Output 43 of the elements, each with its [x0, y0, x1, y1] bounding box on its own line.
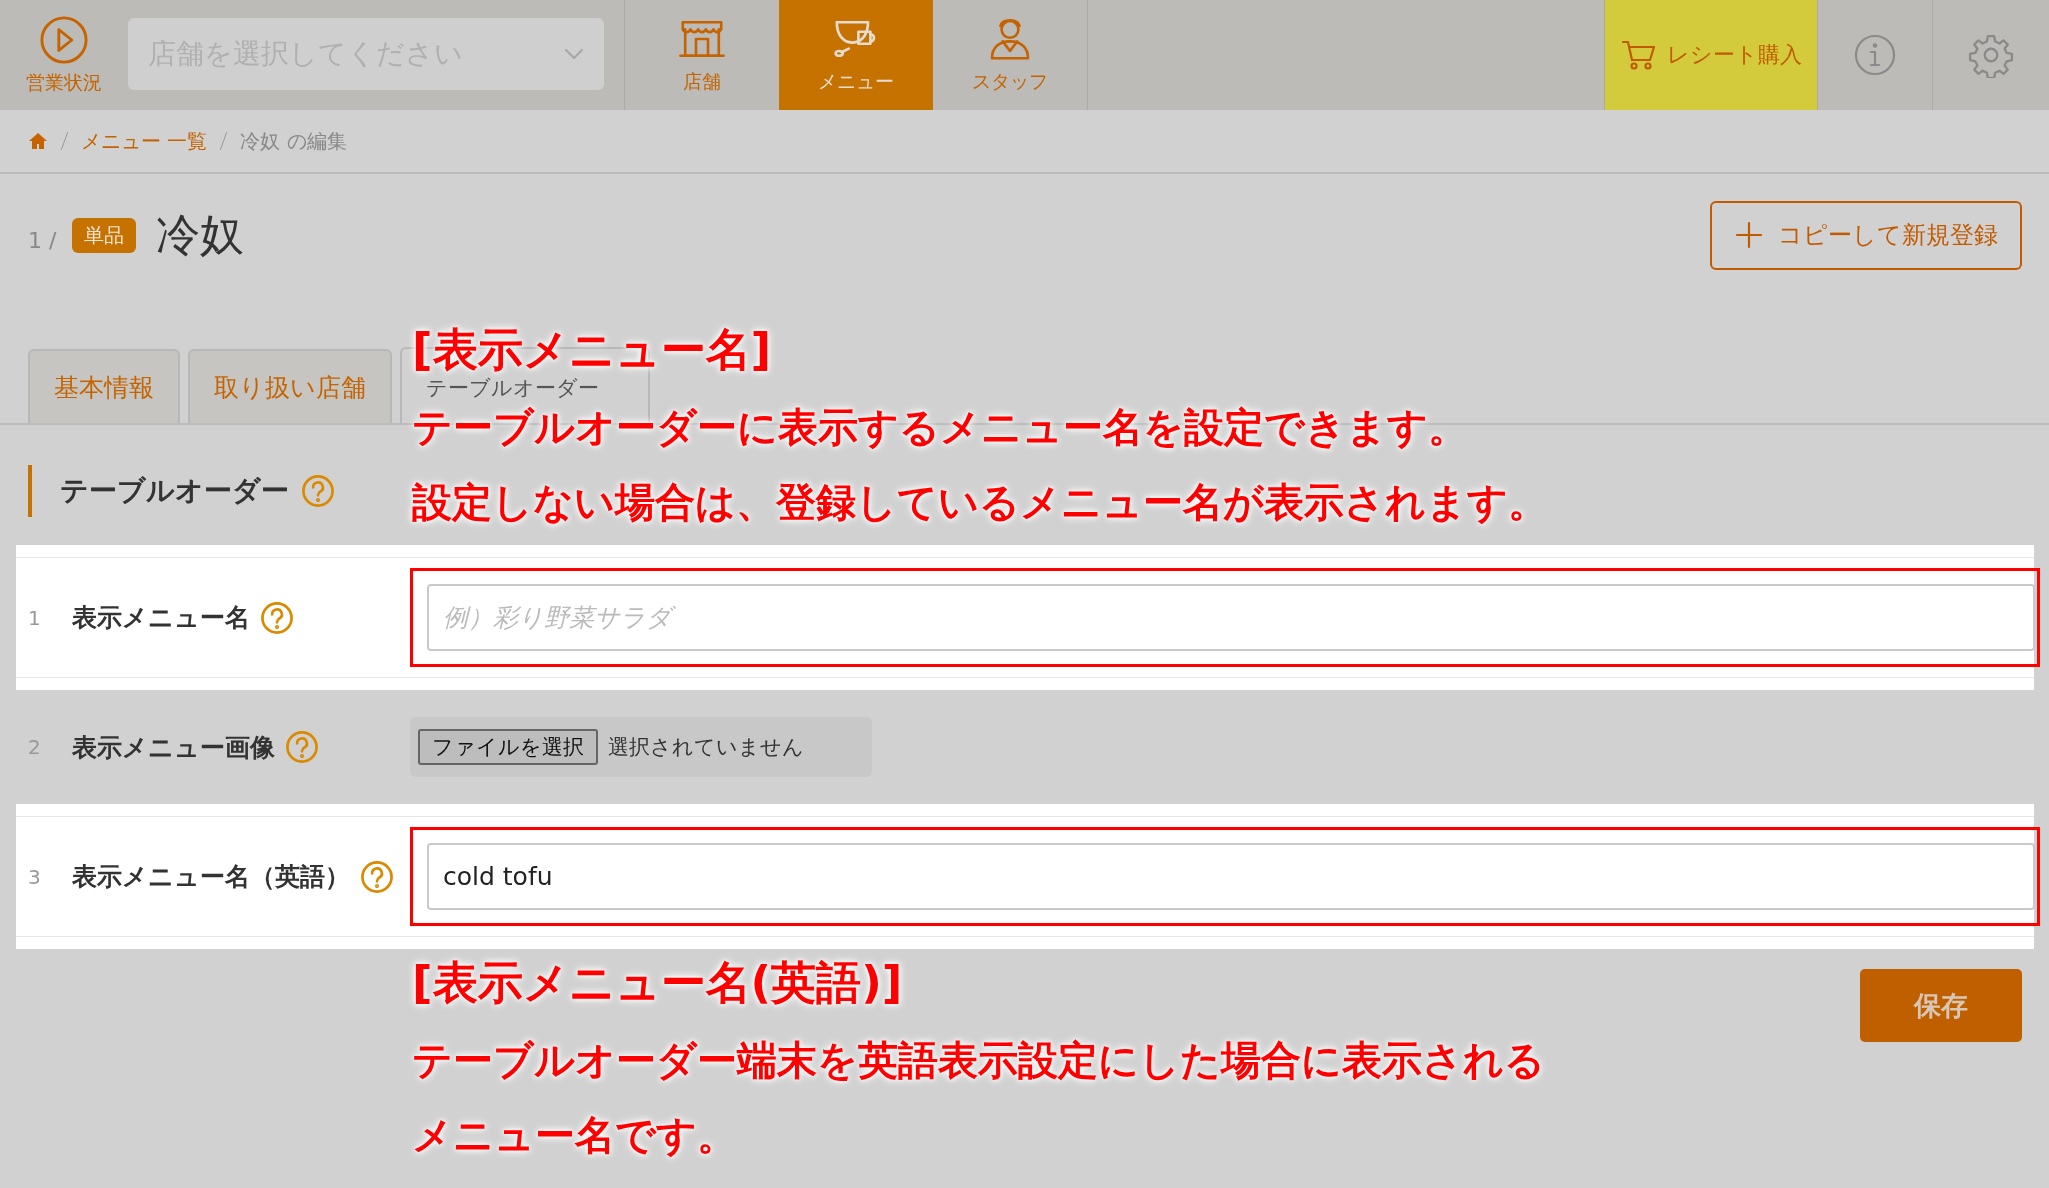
- annotation-title: [表示メニュー名]: [412, 324, 772, 376]
- annotation-title: [表示メニュー名(英語)]: [412, 957, 903, 1009]
- tab[interactable]: 取り扱い店舗: [188, 349, 392, 423]
- info-icon: [1853, 33, 1897, 77]
- nav-tab[interactable]: スタッフ: [933, 0, 1087, 110]
- annotation-text: テーブルオーダー端末を英語表示設定にした場合に表示される: [412, 1036, 1545, 1084]
- field-label: 表示メニュー画像: [72, 731, 275, 764]
- cart-icon: [1620, 39, 1657, 71]
- file-chooser[interactable]: ファイルを選択 選択されていません: [410, 717, 872, 777]
- copy-button[interactable]: コピーして新規登録: [1710, 200, 2022, 270]
- status-button[interactable]: 営業状況: [0, 0, 128, 110]
- play-icon: [38, 14, 90, 66]
- receipt-button[interactable]: レシート購入: [1604, 0, 1817, 110]
- nav-tab[interactable]: 店舗: [625, 0, 779, 110]
- annotation-text: テーブルオーダーに表示するメニュー名を設定できます。: [412, 403, 1468, 451]
- help-icon: [285, 730, 319, 764]
- row-number: 3: [28, 864, 42, 889]
- item-title: 冷奴: [156, 207, 245, 262]
- text-field[interactable]: cold tofu: [427, 843, 2035, 910]
- text-field[interactable]: 例）彩り野菜サラダ: [427, 584, 2035, 651]
- row-number: 1: [28, 605, 42, 630]
- field-label: 表示メニュー名（英語）: [72, 861, 350, 893]
- breadcrumb-link[interactable]: メニュー 一覧: [81, 127, 208, 155]
- section-heading: テーブルオーダー: [60, 473, 289, 509]
- type-badge: 単品: [72, 217, 137, 253]
- file-status: 選択されていません: [608, 734, 804, 761]
- chevron-down-icon: [564, 48, 584, 60]
- help-icon: [360, 859, 394, 894]
- save-button[interactable]: 保存: [1860, 969, 2022, 1042]
- annotation-text: 設定しない場合は、登録しているメニュー名が表示されます。: [412, 478, 1548, 526]
- settings-icon: [1968, 32, 2014, 78]
- nav-tab[interactable]: メニュー: [779, 0, 933, 110]
- row-number: 2: [28, 735, 42, 759]
- help-icon: [301, 474, 335, 508]
- field-label: 表示メニュー名: [72, 602, 250, 634]
- choose-file-button[interactable]: ファイルを選択: [418, 729, 598, 765]
- item-index: 1 /: [28, 227, 57, 253]
- annotation-text: メニュー名です。: [412, 1111, 737, 1159]
- tab[interactable]: 基本情報: [28, 349, 180, 423]
- breadcrumb-current: 冷奴 の編集: [240, 127, 347, 155]
- home-icon: [28, 131, 48, 151]
- plus-icon: [1734, 220, 1764, 250]
- help-icon: [260, 600, 294, 635]
